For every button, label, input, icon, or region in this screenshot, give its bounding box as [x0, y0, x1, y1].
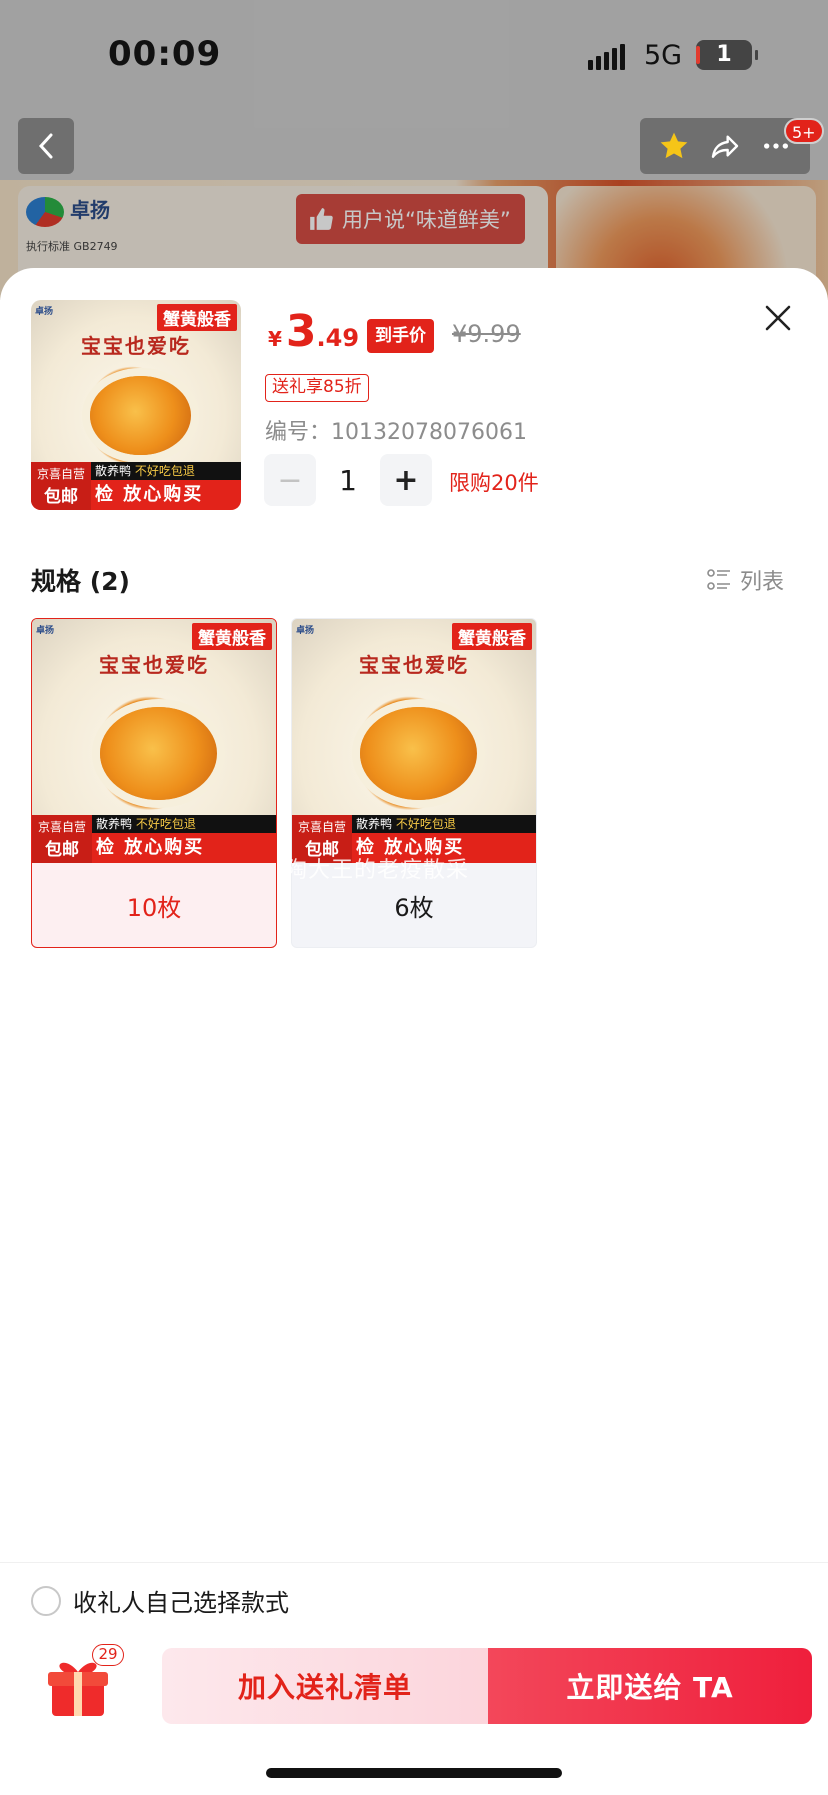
quantity-stepper: − 1 + — [264, 454, 432, 506]
yolk-graphic — [89, 375, 191, 456]
thumb-logo: 卓扬 — [36, 626, 55, 636]
add-to-gift-list-button[interactable]: 加入送礼清单 — [162, 1648, 488, 1724]
more-badge: 5+ — [784, 118, 824, 144]
thumb-slogan: 宝宝也爱吃 — [99, 653, 209, 677]
product-thumbnail[interactable]: 卓扬 蟹黄般香 宝宝也爱吃 散养鸭 不好吃包退 检 放心购买 京喜自营 包邮 — [31, 300, 241, 510]
purchase-limit: 限购20件 — [449, 471, 539, 495]
original-price: ¥9.99 — [452, 320, 521, 348]
signal-icon — [588, 44, 625, 70]
share-icon[interactable] — [709, 130, 741, 162]
chevron-left-icon — [38, 133, 53, 159]
spec-option-6[interactable]: 卓扬 蟹黄般香 宝宝也爱吃 散养鸭 不好吃包退 检 放心购买 京喜自营 包邮 6枚 — [291, 618, 537, 948]
spec-image: 卓扬 蟹黄般香 宝宝也爱吃 散养鸭 不好吃包退 检 放心购买 京喜自营 包邮 — [32, 619, 276, 863]
overlay-watermark-text: 陶大王的老疫散采 — [285, 858, 470, 883]
thumb-shipping: 京喜自营 包邮 — [32, 815, 92, 863]
sku-number: 编号：10132078076061 — [265, 420, 527, 445]
close-button[interactable] — [760, 300, 796, 336]
quantity-value[interactable]: 1 — [316, 464, 380, 497]
price: ¥ 3 .49 — [268, 310, 359, 354]
spec-label: 10枚 — [126, 893, 182, 922]
close-icon — [765, 305, 791, 331]
footer-divider — [0, 1562, 828, 1563]
radio-label: 收礼人自己选择款式 — [73, 1589, 289, 1617]
status-time: 00:09 — [108, 34, 222, 74]
thumb-logo: 卓扬 — [35, 307, 54, 317]
final-price-tag: 到手价 — [367, 319, 434, 353]
spec-option-10[interactable]: 卓扬 蟹黄般香 宝宝也爱吃 散养鸭 不好吃包退 检 放心购买 京喜自营 包邮 10… — [31, 618, 277, 948]
list-view-label: 列表 — [740, 570, 785, 595]
recipient-choose-option[interactable]: 收礼人自己选择款式 — [31, 1583, 289, 1618]
yolk-graphic — [360, 706, 478, 800]
star-icon[interactable] — [658, 130, 690, 162]
home-indicator — [266, 1768, 562, 1778]
thumb-shipping: 京喜自营 包邮 — [31, 462, 91, 510]
list-view-toggle[interactable]: 列表 — [706, 564, 784, 596]
thumb-slogan: 宝宝也爱吃 — [359, 653, 469, 677]
thumb-tag: 蟹黄般香 — [192, 623, 272, 650]
network-type: 5G — [644, 40, 683, 71]
thumb-logo: 卓扬 — [296, 626, 315, 636]
background-page: 卓扬 执行标准 GB2749 用户说“味道鲜美” 00:09 5G 1 5+ — [0, 0, 828, 300]
back-button[interactable] — [18, 118, 74, 174]
thumb-tag: 蟹黄般香 — [452, 623, 532, 650]
battery-icon: 1 — [696, 40, 758, 70]
increase-button[interactable]: + — [380, 454, 432, 506]
price-symbol: ¥ — [268, 327, 282, 351]
thumb-slogan: 宝宝也爱吃 — [81, 334, 191, 358]
send-now-button[interactable]: 立即送给 TA — [488, 1648, 812, 1724]
decrease-button[interactable]: − — [264, 454, 316, 506]
yolk-graphic — [100, 706, 218, 800]
gift-count-badge: 29 — [92, 1644, 124, 1666]
spec-image: 卓扬 蟹黄般香 宝宝也爱吃 散养鸭 不好吃包退 检 放心购买 京喜自营 包邮 — [292, 619, 536, 863]
discount-tag: 送礼享85折 — [265, 374, 369, 402]
thumb-tag: 蟹黄般香 — [157, 304, 237, 331]
spec-title: 规格 (2) — [31, 567, 130, 596]
salted-egg-image: 卓扬 蟹黄般香 宝宝也爱吃 散养鸭 不好吃包退 检 放心购买 京喜自营 包邮 — [31, 300, 241, 510]
radio-button[interactable] — [31, 1585, 61, 1616]
price-integer: 3 — [285, 306, 317, 357]
list-icon — [707, 569, 730, 590]
price-decimal: .49 — [316, 324, 360, 352]
